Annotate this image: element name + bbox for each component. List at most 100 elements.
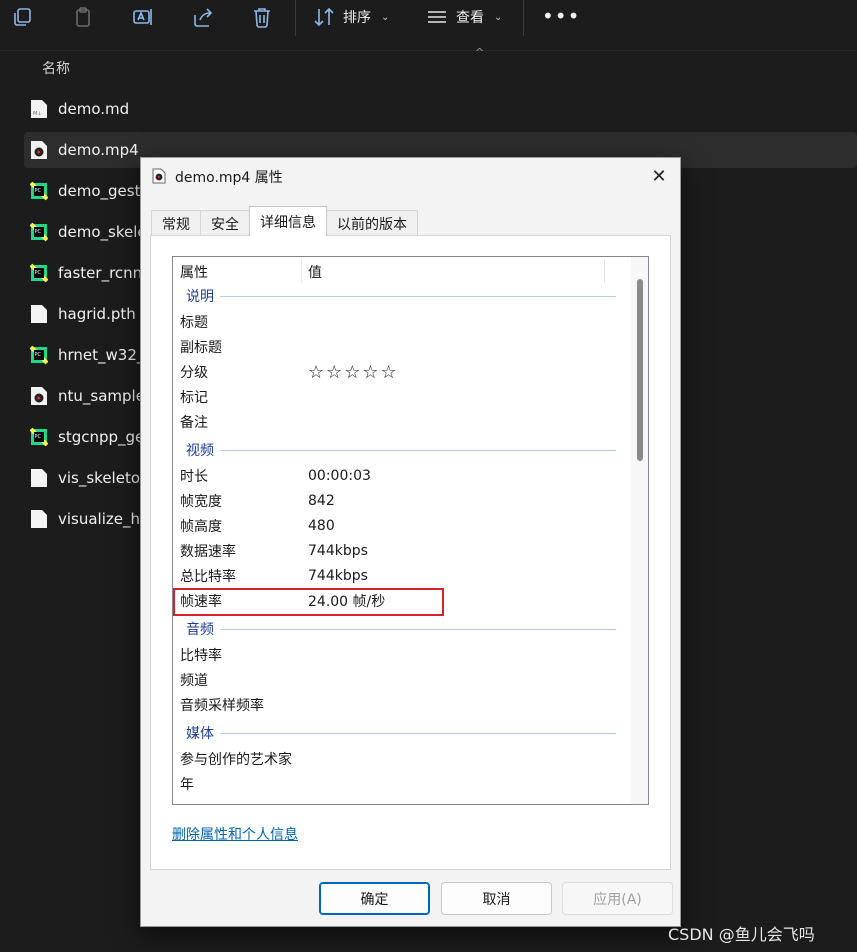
- column-divider[interactable]: [604, 259, 605, 283]
- property-row[interactable]: 标题: [180, 310, 620, 334]
- markdown-file-icon: M↓: [30, 99, 48, 119]
- group-header-video: 视频: [186, 440, 616, 460]
- chevron-down-icon: ⌄: [494, 11, 503, 23]
- tab-previous-versions[interactable]: 以前的版本: [326, 210, 418, 236]
- file-row[interactable]: M↓ demo.md: [24, 91, 857, 127]
- column-divider[interactable]: [301, 259, 302, 283]
- tab-bar: 常规 安全 详细信息 以前的版本: [151, 206, 418, 236]
- file-name: demo_skele: [58, 223, 147, 241]
- toolbar-separator: [523, 0, 524, 36]
- group-divider: [220, 295, 616, 297]
- video-file-icon: [152, 168, 166, 184]
- svg-text:PC: PC: [35, 434, 42, 440]
- pycharm-file-icon: PC: [29, 222, 49, 242]
- file-name: demo.md: [58, 100, 130, 118]
- property-name: 比特率: [180, 648, 222, 664]
- file-name: ntu_sample.: [58, 387, 150, 405]
- file-name: vis_skeletor: [58, 469, 147, 487]
- pycharm-file-icon: PC: [29, 345, 49, 365]
- cancel-button[interactable]: 取消: [441, 882, 552, 915]
- pycharm-file-icon: PC: [29, 181, 49, 201]
- video-file-icon: [30, 140, 48, 160]
- remove-properties-link[interactable]: 删除属性和个人信息: [172, 824, 298, 844]
- blank-file-icon: [30, 304, 48, 324]
- property-row[interactable]: 参与创作的艺术家: [180, 747, 620, 771]
- share-icon[interactable]: [190, 4, 216, 30]
- property-row[interactable]: 总比特率 744kbps: [180, 564, 620, 588]
- property-row[interactable]: 年: [180, 772, 620, 796]
- property-name: 年: [180, 777, 194, 793]
- property-row[interactable]: 帧宽度 842: [180, 489, 620, 513]
- svg-text:PC: PC: [35, 270, 42, 276]
- rating-stars[interactable]: ☆☆☆☆☆: [308, 362, 399, 383]
- property-value: 842: [308, 493, 335, 509]
- property-name: 副标题: [180, 340, 222, 356]
- file-name: stgcnpp_ge: [58, 428, 145, 446]
- svg-text:M↓: M↓: [33, 111, 42, 117]
- watermark: CSDN @鱼儿会飞吗: [668, 925, 815, 944]
- pycharm-file-icon: PC: [29, 427, 49, 447]
- sort-button[interactable]: 排序 ⌄: [313, 3, 389, 31]
- property-name: 帧宽度: [180, 494, 222, 510]
- property-row[interactable]: 数据速率 744kbps: [180, 539, 620, 563]
- scrollbar-thumb[interactable]: [637, 279, 643, 461]
- property-row[interactable]: 分级 ☆☆☆☆☆: [180, 360, 620, 384]
- svg-text:PC: PC: [35, 188, 42, 194]
- property-row[interactable]: 时长 00:00:03: [180, 464, 620, 488]
- group-divider: [220, 449, 616, 451]
- close-icon[interactable]: ✕: [644, 162, 674, 190]
- property-row[interactable]: 帧高度 480: [180, 514, 620, 538]
- view-button[interactable]: 查看 ⌄: [426, 3, 502, 31]
- property-name: 标记: [180, 390, 208, 406]
- column-header-name[interactable]: 名称: [42, 58, 70, 78]
- column-header-property[interactable]: 属性: [180, 262, 208, 282]
- group-label: 视频: [186, 443, 214, 459]
- property-row[interactable]: 比特率: [180, 643, 620, 667]
- property-name: 音频采样频率: [180, 698, 264, 714]
- file-name: demo.mp4: [58, 141, 139, 159]
- property-row[interactable]: 备注: [180, 410, 620, 434]
- property-name: 时长: [180, 469, 208, 485]
- video-file-icon: [30, 386, 48, 406]
- paste-icon[interactable]: [70, 4, 96, 30]
- view-icon: [428, 11, 446, 23]
- property-name: 标题: [180, 315, 208, 331]
- property-row[interactable]: 副标题: [180, 335, 620, 359]
- toolbar-divider: [0, 50, 857, 51]
- property-name: 备注: [180, 415, 208, 431]
- property-list[interactable]: 属性 值 说明 标题 副标题 分级 ☆☆☆☆☆ 标记 备注 视频 时长 00:00:03 帧宽…: [172, 256, 649, 805]
- file-name: visualize_he: [58, 510, 150, 528]
- svg-text:PC: PC: [35, 229, 42, 235]
- ok-button[interactable]: 确定: [319, 882, 430, 915]
- blank-file-icon: [30, 509, 48, 529]
- file-name: demo_gestu: [58, 182, 150, 200]
- group-label: 媒体: [186, 726, 214, 742]
- property-list-header: 属性 值: [173, 257, 633, 285]
- column-header-value[interactable]: 值: [308, 262, 322, 282]
- apply-button[interactable]: 应用(A): [562, 882, 673, 915]
- more-options-button[interactable]: •••: [542, 4, 580, 28]
- blank-file-icon: [30, 468, 48, 488]
- property-value: 00:00:03: [308, 468, 371, 484]
- copy-icon[interactable]: [9, 4, 35, 30]
- view-label: 查看: [456, 10, 484, 26]
- sort-icon: [314, 7, 334, 27]
- sort-label: 排序: [343, 10, 371, 26]
- vertical-scrollbar[interactable]: [631, 257, 648, 804]
- dialog-title: demo.mp4 属性: [175, 170, 283, 186]
- property-row[interactable]: 标记: [180, 385, 620, 409]
- property-row[interactable]: 频道: [180, 668, 620, 692]
- property-value: 744kbps: [308, 543, 368, 559]
- svg-text:PC: PC: [35, 352, 42, 358]
- delete-icon[interactable]: [249, 4, 275, 30]
- property-name: 帧高度: [180, 519, 222, 535]
- tab-security[interactable]: 安全: [200, 210, 250, 236]
- group-header-media: 媒体: [186, 723, 616, 743]
- property-row[interactable]: 音频采样频率: [180, 693, 620, 717]
- group-divider: [220, 732, 616, 734]
- tab-details[interactable]: 详细信息: [249, 206, 327, 236]
- property-name: 数据速率: [180, 544, 236, 560]
- tab-general[interactable]: 常规: [151, 210, 201, 236]
- rename-icon[interactable]: [130, 4, 156, 30]
- pycharm-file-icon: PC: [29, 263, 49, 283]
